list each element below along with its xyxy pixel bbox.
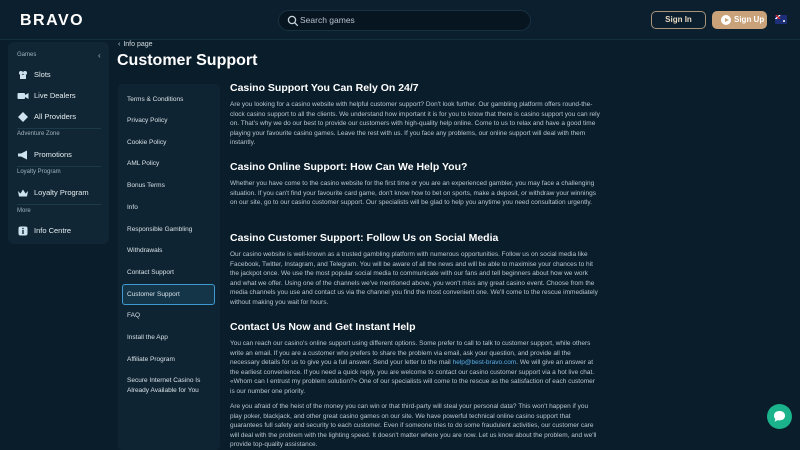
page-title: Customer Support [117, 52, 258, 69]
search-placeholder: Search games [300, 15, 355, 25]
support-email-link[interactable]: help@best-bravo.com [453, 359, 517, 366]
divider [17, 128, 101, 129]
collapse-chevron-icon[interactable]: ‹ [98, 51, 101, 60]
australia-flag-icon[interactable] [775, 15, 787, 24]
divider [17, 204, 101, 205]
info-submenu: Terms & Conditions Privacy Policy Cookie… [118, 84, 220, 450]
section-heading: Casino Online Support: How Can We Help Y… [230, 161, 468, 173]
divider [17, 166, 101, 167]
submenu-item-privacy[interactable]: Privacy Policy [127, 116, 217, 126]
sidebar-item-label: Live Dealers [34, 91, 76, 100]
section-loyalty-program: Loyalty Program [17, 169, 61, 175]
submenu-item-install-app[interactable]: Install the App [127, 333, 217, 343]
sidebar-item-label: All Providers [34, 112, 77, 121]
sidebar-item-label: Promotions [34, 150, 72, 159]
breadcrumb[interactable]: ‹ Info page [118, 41, 153, 48]
bravo-logo[interactable]: BRAVO [20, 12, 84, 30]
submenu-item-bonus-terms[interactable]: Bonus Terms [127, 181, 217, 191]
breadcrumb-label: Info page [123, 41, 153, 48]
submenu-item-secure-casino[interactable]: Secure Internet Casino Is Already Availa… [127, 376, 217, 396]
live-chat-button[interactable] [767, 404, 792, 429]
section-games: Games [17, 52, 37, 58]
section-paragraph: Are you afraid of the heist of the money… [230, 403, 597, 448]
submenu-item-cookie[interactable]: Cookie Policy [127, 138, 217, 148]
section-paragraph: Whether you have come to the casino webs… [230, 180, 596, 206]
section-heading: Contact Us Now and Get Instant Help [230, 321, 416, 333]
info-icon [18, 226, 28, 236]
top-bar: BRAVO Search games Sign In Sign Up [0, 0, 800, 40]
crown-icon [18, 189, 28, 197]
submenu-item-customer-support[interactable]: Customer Support [127, 290, 217, 300]
section-paragraph: Our casino website is well-known as a tr… [230, 251, 598, 306]
sidebar-item-label: Loyalty Program [34, 188, 89, 197]
section-heading: Casino Customer Support: Follow Us on So… [230, 232, 499, 244]
submenu-item-contact-support[interactable]: Contact Support [127, 268, 217, 278]
megaphone-icon [18, 150, 27, 160]
camera-icon [17, 93, 29, 99]
submenu-item-affiliate[interactable]: Affiliate Program [127, 355, 217, 365]
search-icon [287, 15, 299, 27]
sidebar-item-label: Slots [34, 70, 51, 79]
section-paragraph: You can reach our casino's online suppor… [230, 339, 600, 396]
slot-machine-icon [19, 71, 27, 79]
chat-bubble-icon [774, 411, 785, 422]
chevron-left-icon: ‹ [118, 41, 121, 48]
section-heading: Casino Support You Can Rely On 24/7 [230, 82, 419, 94]
submenu-item-terms[interactable]: Terms & Conditions [127, 95, 217, 105]
sidebar-nav: Games ‹ Slots Live Dealers All Providers… [8, 42, 109, 244]
sidebar-item-label: Info Centre [34, 226, 72, 235]
submenu-item-responsible-gambling[interactable]: Responsible Gambling [127, 225, 217, 235]
submenu-item-withdrawals[interactable]: Withdrawals [127, 246, 217, 256]
sign-in-button[interactable]: Sign In [651, 11, 706, 29]
section-more: More [17, 208, 31, 214]
search-bar[interactable]: Search games [278, 10, 531, 31]
sign-up-label: Sign Up [734, 15, 765, 24]
sign-up-button[interactable]: Sign Up [712, 11, 767, 29]
section-adventure-zone: Adventure Zone [17, 131, 60, 137]
submenu-item-info[interactable]: Info [127, 203, 217, 213]
diamond-icon [18, 112, 28, 122]
section-paragraph: Are you looking for a casino website wit… [230, 101, 600, 146]
submenu-item-aml[interactable]: AML Policy [127, 159, 217, 169]
play-icon [721, 15, 731, 25]
submenu-item-faq[interactable]: FAQ [127, 311, 217, 321]
